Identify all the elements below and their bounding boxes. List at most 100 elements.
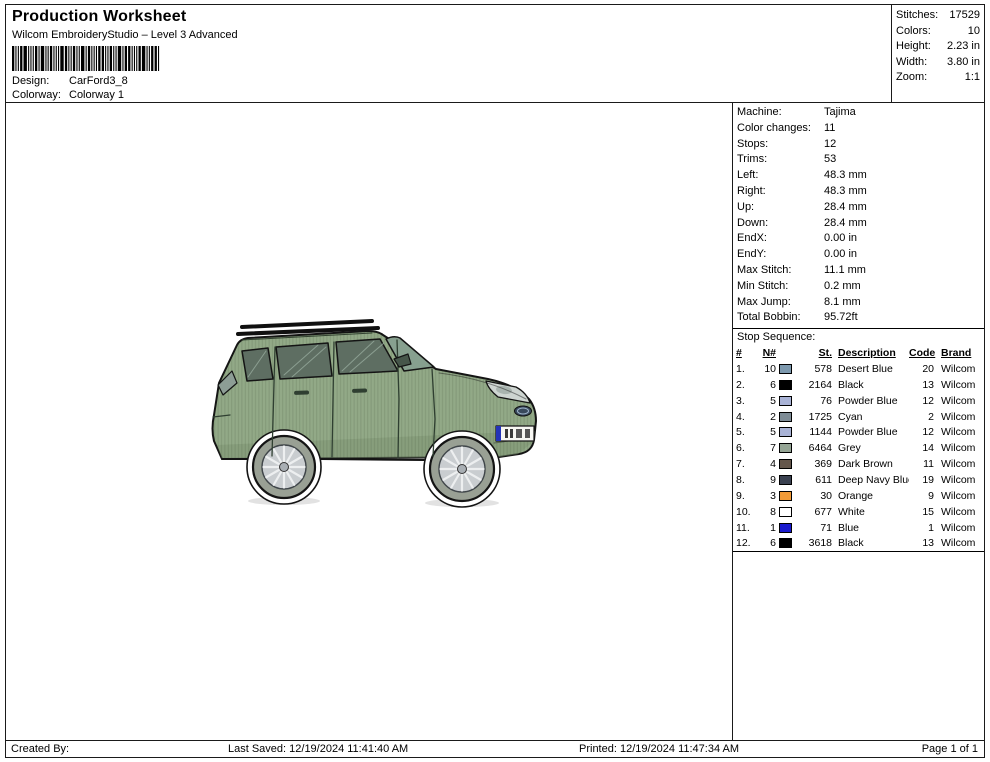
stitch-count: 3618 (808, 537, 832, 550)
barcode-image (12, 46, 160, 71)
color-description: Powder Blue (838, 426, 898, 439)
stop-sequence-row: 7. 4 369 Dark Brown 11 Wilcom (733, 456, 984, 472)
info-label: Trims: (737, 153, 768, 166)
thread-brand: Wilcom (941, 521, 976, 534)
color-code: 12 (922, 426, 934, 439)
production-worksheet-page: Production Worksheet Wilcom EmbroiderySt… (5, 4, 985, 758)
row-number: 3. (736, 394, 745, 407)
color-description: Cyan (838, 410, 863, 423)
info-value: 0.2 mm (824, 279, 861, 292)
info-label: EndY: (737, 248, 767, 261)
thread-color-swatch (779, 411, 801, 422)
thread-brand: Wilcom (941, 473, 976, 486)
machine-info-row: Up: 28.4 mm (733, 200, 984, 216)
color-code: 12 (922, 394, 934, 407)
needle-number: 2 (770, 410, 776, 423)
stitch-count: 369 (814, 458, 832, 471)
stop-sequence-row: 6. 7 6464 Grey 14 Wilcom (733, 440, 984, 456)
machine-info-row: Trims: 53 (733, 152, 984, 168)
info-label: Down: (737, 216, 769, 229)
body-section: Machine: Tajima Color changes: 11 Stops: 12 Tr… (6, 103, 984, 740)
machine-info-row: Max Stitch: 11.1 mm (733, 263, 984, 279)
needle-number: 3 (770, 489, 776, 502)
stitch-count: 611 (815, 473, 832, 486)
color-code: 13 (922, 537, 934, 550)
stat-value: 17529 (949, 9, 980, 21)
page-number: Page 1 of 1 (921, 743, 978, 755)
machine-info-list: Machine: Tajima Color changes: 11 Stops: 12 Tr… (733, 105, 984, 326)
thread-color-swatch (779, 506, 801, 517)
col-stitches: St. (818, 347, 832, 360)
stop-sequence-section: Stop Sequence: # N# St. Description Code… (733, 328, 984, 553)
thread-color-swatch (779, 427, 801, 438)
last-saved-text: Last Saved: 12/19/2024 11:41:40 AM (228, 743, 409, 755)
machine-info-row: EndY: 0.00 in (733, 247, 984, 263)
color-code: 9 (928, 489, 934, 502)
color-code: 11 (923, 458, 934, 471)
stop-sequence-rows: 1. 10 578 Desert Blue 20 Wilcom 2. 6 2164 Black 13… (733, 361, 984, 553)
machine-info-row: Min Stitch: 0.2 mm (733, 279, 984, 295)
needle-number: 9 (770, 473, 776, 486)
row-number: 1. (736, 363, 745, 376)
software-subtitle: Wilcom EmbroideryStudio – Level 3 Advanc… (12, 29, 238, 41)
row-number: 10. (736, 505, 751, 518)
info-value: 28.4 mm (824, 216, 867, 229)
col-brand: Brand (941, 347, 972, 360)
created-by-label: Created By: (11, 743, 70, 755)
thread-color-swatch (779, 379, 801, 390)
row-number: 12. (736, 537, 751, 550)
needle-number: 5 (770, 394, 776, 407)
info-label: Right: (737, 184, 766, 197)
stitch-count: 578 (814, 363, 832, 376)
stitch-count: 30 (820, 489, 832, 502)
info-value: 0.00 in (824, 248, 858, 261)
col-number: # (736, 347, 742, 360)
stitch-count: 1144 (809, 426, 832, 439)
stat-label: Colors: (896, 24, 931, 37)
stitch-count: 71 (820, 521, 832, 534)
row-number: 2. (736, 378, 745, 391)
machine-info-row: Machine: Tajima (733, 105, 984, 121)
color-code: 19 (922, 473, 934, 486)
design-canvas (6, 103, 733, 740)
stat-value: 1:1 (964, 71, 980, 84)
needle-number: 6 (770, 378, 776, 391)
color-description: Black (838, 378, 864, 391)
colorway-value: Colorway 1 (69, 89, 125, 101)
stop-sequence-row: 8. 9 611 Deep Navy Blue 19 Wilcom (733, 472, 984, 488)
row-number: 7. (736, 458, 745, 471)
stat-label: Stitches: (896, 9, 939, 21)
machine-info-row: Right: 48.3 mm (733, 184, 984, 200)
thread-brand: Wilcom (941, 378, 976, 391)
needle-number: 1 (770, 521, 776, 534)
row-number: 8. (736, 473, 745, 486)
stitch-count: 6464 (808, 442, 832, 455)
info-value: 11.1 mm (824, 263, 866, 276)
machine-info-row: Left: 48.3 mm (733, 168, 984, 184)
barcode (12, 46, 883, 71)
stat-row: Zoom: 1:1 (896, 70, 980, 86)
embroidery-car-design (211, 319, 537, 508)
color-description: Desert Blue (838, 363, 893, 376)
thread-brand: Wilcom (941, 394, 976, 407)
color-description: White (838, 505, 865, 518)
info-label: Left: (737, 169, 759, 182)
design-label: Design: (12, 75, 50, 87)
stat-row: Colors: 10 (896, 24, 980, 40)
info-value: 48.3 mm (824, 184, 867, 197)
stat-row: Stitches: 17529 (896, 8, 980, 24)
machine-info-row: Max Jump: 8.1 mm (733, 295, 984, 311)
stop-sequence-row: 5. 5 1144 Powder Blue 12 Wilcom (733, 425, 984, 441)
color-description: Powder Blue (838, 394, 898, 407)
row-number: 11. (736, 521, 750, 534)
design-value: CarFord3_8 (69, 75, 128, 87)
needle-number: 10 (764, 363, 776, 376)
color-description: Black (838, 537, 864, 550)
row-number: 4. (736, 410, 745, 423)
stat-value: 10 (967, 24, 980, 37)
printed-text: Printed: 12/19/2024 11:47:34 AM (579, 743, 740, 755)
color-description: Dark Brown (838, 458, 893, 471)
col-code: Code (909, 347, 936, 360)
info-value: 28.4 mm (824, 200, 867, 213)
thread-color-swatch (779, 490, 801, 501)
